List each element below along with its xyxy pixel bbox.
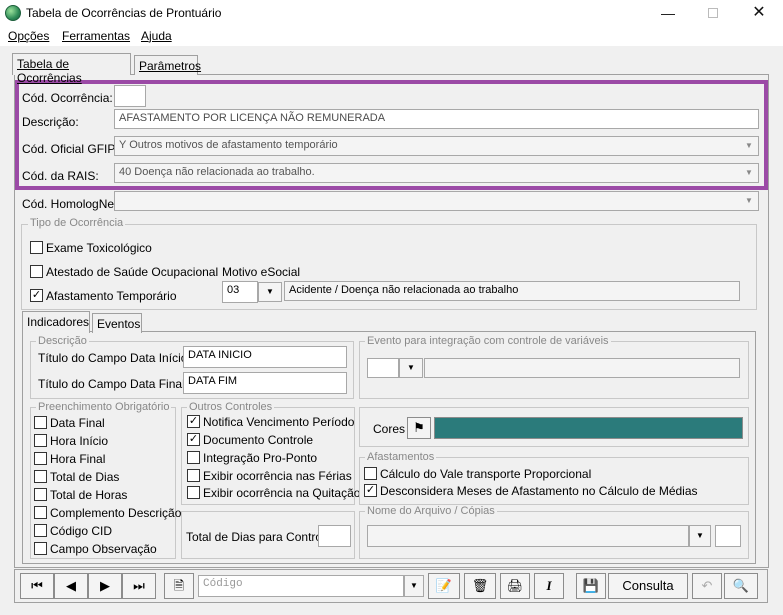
data-inicio-label: Título do Campo Data Início: [38, 351, 191, 365]
next-record-icon[interactable]: ▶ [88, 573, 122, 599]
notifica-vencimento-checkbox[interactable]: ✓ [187, 415, 200, 428]
descricao-group-title: Descrição [36, 335, 89, 347]
tipo-ocorrencia-title: Tipo de Ocorrência [28, 217, 126, 229]
minimize-icon[interactable]: — [645, 0, 691, 26]
app-icon [5, 5, 21, 21]
evento-code-input[interactable] [367, 358, 399, 378]
motivo-esocial-label: Motivo eSocial [222, 265, 301, 279]
cores-label: Cores [373, 422, 406, 436]
afastamentos-title: Afastamentos [365, 451, 437, 463]
close-icon[interactable]: ✕ [736, 0, 782, 26]
search-input[interactable]: Código [198, 575, 404, 597]
total-dias-checkbox[interactable] [34, 470, 47, 483]
menu-ajuda[interactable]: Ajuda [141, 29, 172, 43]
save-doc-icon[interactable]: 📝 [428, 573, 460, 599]
print-icon[interactable]: 🖨 [500, 573, 530, 599]
menu-opcoes[interactable]: Opções [8, 29, 49, 43]
last-record-icon[interactable]: ⏭ [122, 573, 156, 599]
data-final-cb-label: Data Final [50, 416, 105, 430]
exame-toxicologico-checkbox[interactable] [30, 241, 43, 254]
undo-icon[interactable]: ↶ [692, 573, 722, 599]
previous-record-icon[interactable]: ◀ [54, 573, 88, 599]
chevron-down-icon[interactable]: ▼ [404, 575, 424, 597]
complemento-descricao-label: Complemento Descrição [50, 506, 182, 520]
hora-final-checkbox[interactable] [34, 452, 47, 465]
atestado-saude-label: Atestado de Saúde Ocupacional [46, 265, 219, 279]
maximize-icon[interactable] [690, 0, 736, 26]
preenchimento-title: Preenchimento Obrigatório [36, 401, 172, 413]
campo-observacao-label: Campo Observação [50, 542, 157, 556]
chevron-down-icon[interactable]: ▼ [741, 192, 757, 210]
paint-bucket-icon[interactable]: ⚑ [407, 417, 431, 439]
outros-controles-title: Outros Controles [187, 401, 275, 413]
tab-tabela-ocorrencias[interactable]: Tabela de Ocorrências [12, 53, 131, 85]
tab-parametros[interactable]: Parâmetros [134, 55, 201, 75]
chevron-down-icon[interactable]: ▼ [689, 525, 711, 547]
evento-group-title: Evento para integração com controle de v… [365, 335, 611, 347]
complemento-descricao-checkbox[interactable] [34, 506, 47, 519]
italic-icon[interactable]: I [534, 573, 564, 599]
chevron-down-icon[interactable]: ▼ [258, 282, 282, 302]
exibir-quitacao-checkbox[interactable] [187, 486, 200, 499]
afastamento-temporario-checkbox[interactable]: ✓ [30, 289, 43, 302]
hora-inicio-checkbox[interactable] [34, 434, 47, 447]
total-horas-label: Total de Horas [50, 488, 128, 502]
color-swatch[interactable] [434, 417, 743, 439]
desconsidera-meses-checkbox[interactable]: ✓ [364, 484, 377, 497]
homolognet-select[interactable] [114, 191, 759, 211]
chevron-down-icon[interactable]: ▼ [399, 358, 423, 378]
data-inicio-input[interactable]: DATA INICIO [183, 346, 347, 368]
codigo-cid-label: Código CID [50, 524, 113, 538]
afastamento-temporario-label: Afastamento Temporário [46, 289, 177, 303]
total-dias-label: Total de Dias [50, 470, 120, 484]
motivo-esocial-code[interactable]: 03 [222, 281, 258, 303]
arquivo-select[interactable] [367, 525, 689, 547]
menu-ferramentas[interactable]: Ferramentas [62, 29, 130, 43]
hora-final-label: Hora Final [50, 452, 106, 466]
data-final-checkbox[interactable] [34, 416, 47, 429]
exibir-ferias-label: Exibir ocorrência nas Férias [203, 469, 352, 483]
total-dias-controle-input[interactable] [318, 525, 351, 547]
homolognet-label: Cód. HomologNet: [22, 197, 121, 211]
hora-inicio-label: Hora Início [50, 434, 109, 448]
exibir-ferias-checkbox[interactable] [187, 469, 200, 482]
atestado-saude-checkbox[interactable] [30, 265, 43, 278]
integracao-pro-ponto-label: Integração Pro-Ponto [203, 451, 318, 465]
delete-icon[interactable]: 🗑 [464, 573, 496, 599]
data-final-input[interactable]: DATA FIM [183, 372, 347, 394]
notifica-vencimento-label: Notifica Vencimento Período [203, 415, 355, 429]
exame-toxicologico-label: Exame Toxicológico [46, 241, 152, 255]
codigo-cid-checkbox[interactable] [34, 524, 47, 537]
consulta-button[interactable]: Consulta [608, 573, 688, 599]
first-record-icon[interactable]: ⏮ [20, 573, 54, 599]
total-horas-checkbox[interactable] [34, 488, 47, 501]
window-title: Tabela de Ocorrências de Prontuário [26, 6, 222, 20]
highlight-box [15, 80, 768, 190]
tab-eventos[interactable]: Eventos [92, 313, 142, 333]
documento-controle-label: Documento Controle [203, 433, 314, 447]
integracao-pro-ponto-checkbox[interactable] [187, 451, 200, 464]
disk-icon[interactable]: 💾 [576, 573, 606, 599]
arquivo-title: Nome do Arquivo / Cópias [365, 505, 497, 517]
desconsidera-meses-label: Desconsidera Meses de Afastamento no Cál… [380, 484, 698, 498]
binoculars-icon[interactable]: 🔍 [724, 573, 758, 599]
new-record-icon[interactable]: 🗎 [164, 573, 194, 599]
documento-controle-checkbox[interactable]: ✓ [187, 433, 200, 446]
tab-indicadores[interactable]: Indicadores [22, 311, 90, 333]
evento-desc [424, 358, 740, 378]
vale-transporte-label: Cálculo do Vale transporte Proporcional [380, 467, 592, 481]
vale-transporte-checkbox[interactable] [364, 467, 377, 480]
exibir-quitacao-label: Exibir ocorrência na Quitação [203, 486, 361, 500]
total-dias-controle-label: Total de Dias para Controle: [186, 530, 335, 544]
copias-input[interactable] [715, 525, 741, 547]
motivo-esocial-desc: Acidente / Doença não relacionada ao tra… [284, 281, 740, 301]
data-final-label: Título do Campo Data Final: [38, 377, 189, 391]
campo-observacao-checkbox[interactable] [34, 542, 47, 555]
